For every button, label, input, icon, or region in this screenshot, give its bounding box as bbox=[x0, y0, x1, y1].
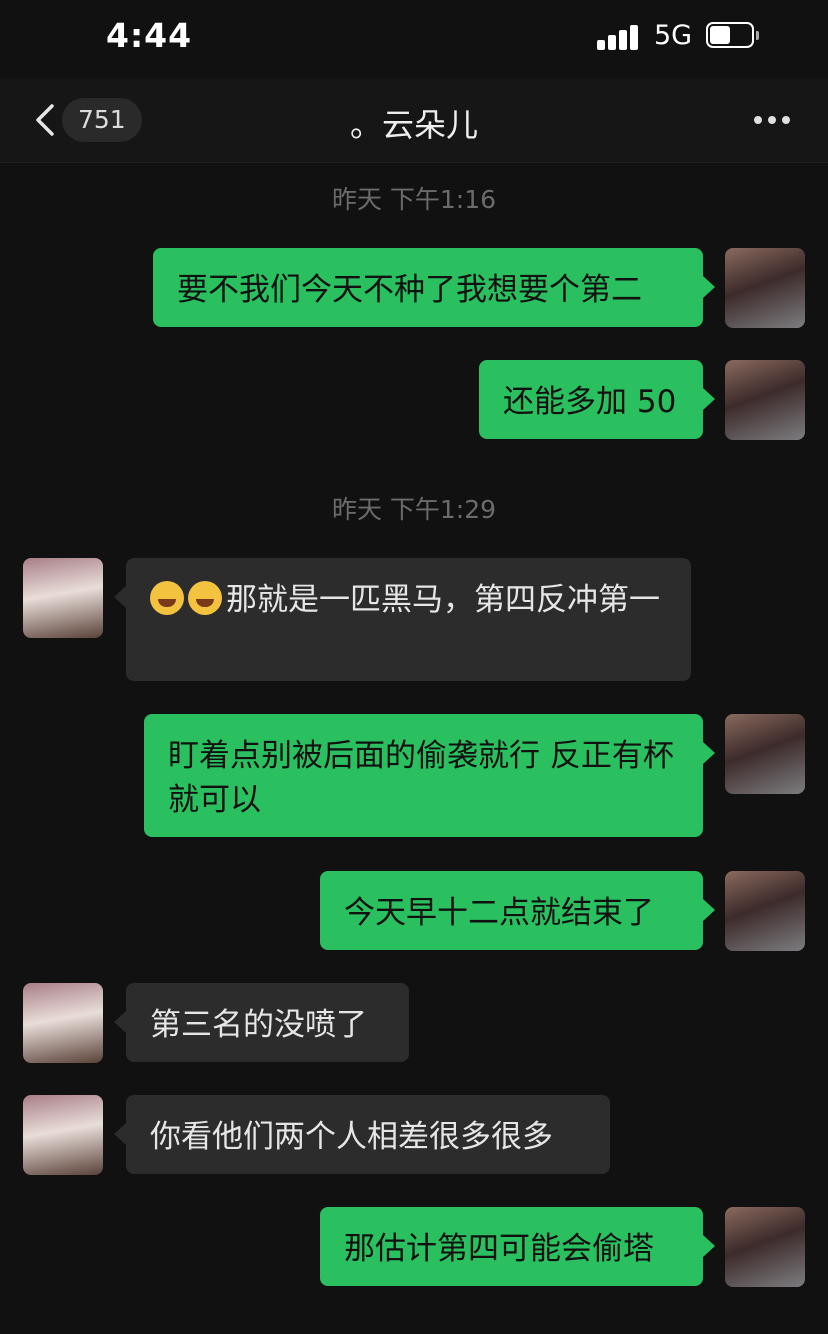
message-bubble-outgoing[interactable]: 还能多加 50 bbox=[479, 360, 715, 439]
timestamp: 昨天 下午1:29 bbox=[331, 495, 497, 524]
my-avatar[interactable] bbox=[725, 248, 805, 328]
more-options-icon[interactable] bbox=[754, 116, 794, 126]
message-bubble-outgoing[interactable]: 要不我们今天不种了我想要个第二 bbox=[153, 248, 715, 327]
contact-avatar[interactable] bbox=[23, 558, 103, 638]
message-bubble-incoming[interactable]: 第三名的没喷了 bbox=[114, 983, 409, 1062]
chat-title: 。云朵儿 bbox=[349, 106, 478, 144]
contact-avatar[interactable] bbox=[23, 983, 103, 1063]
status-time: 4:44 bbox=[106, 16, 193, 55]
network-label: 5G bbox=[654, 20, 693, 51]
contact-avatar[interactable] bbox=[23, 1095, 103, 1175]
message-bubble-incoming[interactable]: 你看他们两个人相差很多很多 bbox=[114, 1095, 610, 1174]
status-bar: 4:44 5G bbox=[0, 0, 828, 78]
crying-laughing-emoji-icon bbox=[150, 581, 184, 615]
message-text: 那就是一匹黑马，第四反冲第一 bbox=[226, 582, 660, 618]
my-avatar[interactable] bbox=[725, 360, 805, 440]
timestamp: 昨天 下午1:16 bbox=[331, 185, 497, 214]
message-bubble-outgoing[interactable]: 今天早十二点就结束了 bbox=[320, 871, 715, 950]
my-avatar[interactable] bbox=[725, 714, 805, 794]
message-bubble-incoming[interactable]: 那就是一匹黑马，第四反冲第一 bbox=[114, 558, 691, 681]
my-avatar[interactable] bbox=[725, 1207, 805, 1287]
my-avatar[interactable] bbox=[725, 871, 805, 951]
signal-icon bbox=[597, 24, 641, 50]
message-bubble-outgoing[interactable]: 那估计第四可能会偷塔 bbox=[320, 1207, 715, 1286]
message-bubble-outgoing[interactable]: 盯着点别被后面的偷袭就行 反正有杯就可以 bbox=[144, 714, 715, 837]
crying-laughing-emoji-icon bbox=[188, 581, 222, 615]
chat-header: 751 。云朵儿 bbox=[0, 78, 828, 163]
battery-icon bbox=[706, 22, 759, 50]
